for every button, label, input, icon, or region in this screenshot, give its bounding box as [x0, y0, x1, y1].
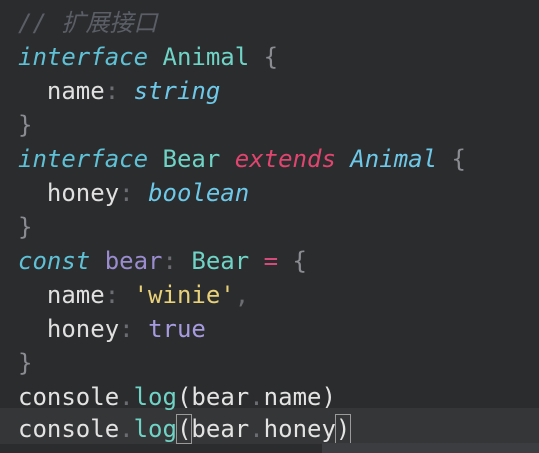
code-token: .: [249, 383, 264, 411]
code-line[interactable]: console.log(bear.name): [18, 380, 336, 414]
code-token: string: [133, 77, 221, 105]
code-token: bear: [191, 415, 250, 443]
code-line[interactable]: }: [18, 346, 32, 380]
code-token: {: [437, 145, 466, 173]
code-line[interactable]: name: 'winie',: [18, 278, 249, 312]
code-token: bear: [191, 383, 250, 411]
code-token: Animal: [350, 145, 438, 173]
code-line[interactable]: name: string: [18, 74, 220, 108]
code-token: console: [18, 383, 120, 411]
code-token: console: [18, 415, 120, 443]
code-line[interactable]: console.log(bear.honey): [18, 412, 352, 446]
code-token: boolean: [148, 179, 250, 207]
code-line[interactable]: interface Bear extends Animal {: [18, 142, 466, 176]
code-token: }: [18, 213, 33, 241]
code-token: Animal: [162, 43, 250, 71]
code-line[interactable]: }: [18, 108, 32, 142]
code-token: (: [176, 383, 192, 411]
code-token: name: [18, 77, 105, 105]
code-token: ,: [234, 281, 250, 309]
code-token: {: [278, 247, 308, 275]
code-line[interactable]: interface Animal {: [18, 40, 278, 74]
code-token: .: [119, 383, 134, 411]
code-token: }: [18, 349, 33, 377]
code-token: 'winie': [133, 281, 235, 309]
code-token: interface: [18, 145, 149, 173]
code-token: ): [321, 383, 336, 411]
code-token: // 扩展接口: [18, 9, 158, 37]
code-token: {: [249, 43, 279, 71]
code-token: honey: [18, 315, 120, 343]
code-token: (: [175, 414, 193, 444]
code-line[interactable]: // 扩展接口: [18, 6, 157, 40]
code-token: :: [104, 77, 120, 105]
code-line[interactable]: honey: true: [18, 312, 206, 346]
suggestion-popup-edge: [322, 443, 539, 453]
code-token: extends: [234, 145, 336, 173]
code-token: }: [18, 111, 33, 139]
code-token: log: [133, 415, 177, 443]
code-token: true: [148, 315, 206, 343]
code-editor[interactable]: // 扩展接口 interface Animal { name: string} i…: [0, 0, 539, 453]
code-token: bear: [104, 247, 163, 275]
code-token: =: [263, 247, 279, 275]
code-token: :: [119, 179, 134, 207]
code-token: interface: [18, 43, 149, 71]
code-token: Bear: [162, 145, 221, 173]
code-token: name: [18, 281, 105, 309]
code-token: honey: [263, 415, 336, 443]
code-line[interactable]: honey: boolean: [18, 176, 249, 210]
code-token: .: [119, 415, 134, 443]
code-token: honey: [18, 179, 120, 207]
code-token: :: [104, 281, 120, 309]
code-token: :: [162, 247, 177, 275]
code-token: log: [133, 383, 177, 411]
code-token: .: [249, 415, 264, 443]
code-token: name: [263, 383, 322, 411]
code-token: const: [18, 247, 91, 275]
code-token: Bear: [191, 247, 250, 275]
code-line[interactable]: const bear: Bear = {: [18, 244, 307, 278]
code-token: ): [334, 414, 352, 444]
code-line[interactable]: }: [18, 210, 32, 244]
code-token: :: [119, 315, 134, 343]
